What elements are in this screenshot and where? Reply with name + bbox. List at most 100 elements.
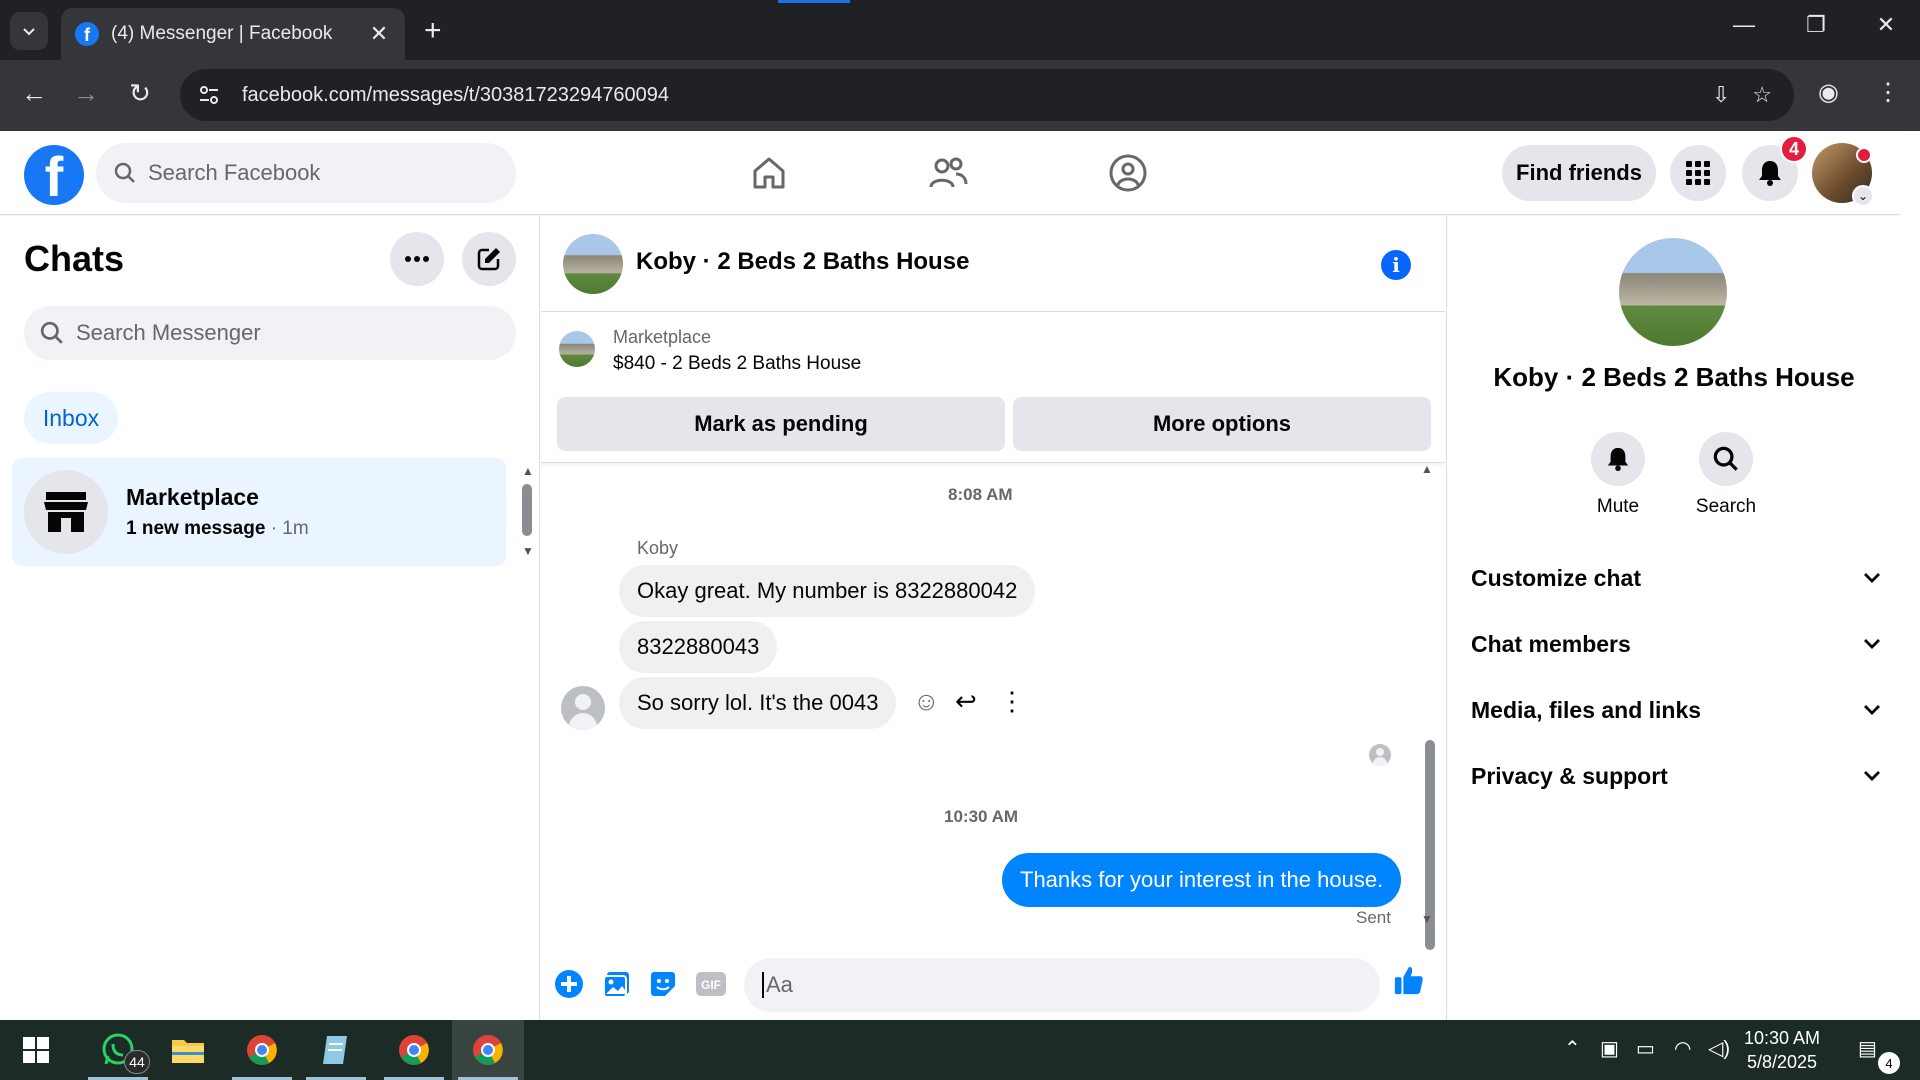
groups-icon[interactable] <box>1106 151 1150 195</box>
listing-thumbnail[interactable] <box>559 331 595 367</box>
chrome-profile-3-icon-active[interactable] <box>452 1020 524 1080</box>
show-hidden-icons[interactable]: ⌃ <box>1564 1036 1581 1061</box>
forward-icon[interactable]: → <box>68 78 104 109</box>
whatsapp-taskbar-icon[interactable]: 44 <box>82 1020 154 1080</box>
conversation-title[interactable]: Koby · 2 Beds 2 Baths House <box>636 248 969 276</box>
chevron-down-icon <box>1864 771 1880 781</box>
photo-icon[interactable] <box>601 968 633 1000</box>
media-files-links-section[interactable]: Media, files and links <box>1471 685 1881 735</box>
tab-close-icon[interactable]: ✕ <box>365 21 393 47</box>
notification-count-badge: 4 <box>1780 135 1808 163</box>
back-icon[interactable]: ← <box>16 78 52 109</box>
chrome-menu-icon[interactable]: ⋮ <box>1876 78 1900 107</box>
search-icon <box>1699 432 1753 486</box>
chat-members-section[interactable]: Chat members <box>1471 619 1881 669</box>
chrome-profile-2-icon[interactable] <box>378 1020 450 1080</box>
conversation-scroll-up-icon[interactable]: ▲ <box>1421 462 1433 476</box>
chat-time: · 1m <box>265 518 309 539</box>
chrome-profile-1-icon[interactable] <box>226 1020 298 1080</box>
volume-icon[interactable]: ◁) <box>1708 1036 1730 1061</box>
page-scrollbar[interactable] <box>1900 131 1920 1021</box>
reload-icon[interactable]: ↻ <box>122 78 158 109</box>
meet-now-icon[interactable]: ▣ <box>1600 1036 1619 1061</box>
conversation-avatar[interactable] <box>563 234 623 294</box>
incoming-message[interactable]: 8322880043 <box>619 621 778 673</box>
bell-icon <box>1591 432 1645 486</box>
action-center-icon[interactable]: ▤ <box>1858 1036 1877 1061</box>
more-options-button[interactable]: More options <box>1013 397 1431 451</box>
facebook-search-input[interactable]: Search Facebook <box>96 143 516 203</box>
friends-icon[interactable] <box>926 151 970 195</box>
gif-icon[interactable]: GIF <box>695 968 727 1000</box>
search-label: Search <box>1695 496 1757 517</box>
like-thumbs-up-icon[interactable] <box>1393 964 1425 996</box>
tab-search-button[interactable] <box>10 12 48 50</box>
close-window-icon[interactable]: ✕ <box>1856 12 1916 38</box>
wifi-icon[interactable]: ◠ <box>1674 1036 1691 1061</box>
section-label: Media, files and links <box>1471 696 1702 723</box>
restore-window-icon[interactable]: ❐ <box>1786 12 1846 38</box>
find-friends-button[interactable]: Find friends <box>1502 145 1656 201</box>
notepad-icon[interactable] <box>300 1020 372 1080</box>
file-explorer-icon[interactable] <box>152 1020 224 1080</box>
chats-title: Chats <box>24 238 125 279</box>
chevron-down-icon <box>1864 573 1880 583</box>
windows-taskbar: 44 ⌃ ▣ ▭ ◠ ◁) 10:30 AM 5/8/2025 ▤ 4 <box>0 1020 1920 1080</box>
chat-list-item[interactable]: Marketplace 1 new message · 1m <box>12 458 506 566</box>
conversation-header: Koby · 2 Beds 2 Baths House i <box>541 216 1445 312</box>
chat-list-scrollbar[interactable] <box>522 484 532 536</box>
listing-avatar[interactable] <box>1619 238 1727 346</box>
new-tab-button[interactable]: + <box>424 14 442 48</box>
react-emoji-icon[interactable]: ☺ <box>913 686 940 717</box>
browser-tab-active[interactable]: f (4) Messenger | Facebook ✕ <box>61 8 405 60</box>
mute-button[interactable]: Mute <box>1563 432 1673 518</box>
battery-icon[interactable]: ▭ <box>1636 1036 1655 1061</box>
chat-list-scroll-down-icon[interactable]: ▼ <box>522 544 534 558</box>
account-chevron-icon[interactable]: ⌄ <box>1852 185 1874 207</box>
bookmark-star-icon[interactable]: ☆ <box>1752 82 1772 108</box>
chat-options-button[interactable] <box>390 232 444 286</box>
sent-status: Sent <box>1356 908 1391 927</box>
home-icon[interactable] <box>747 151 791 195</box>
browser-toolbar: ← → ↻ facebook.com/messages/t/3038172329… <box>0 60 1920 131</box>
svg-text:GIF: GIF <box>701 978 721 992</box>
messenger-search-input[interactable]: Search Messenger <box>24 306 516 360</box>
whatsapp-unread-badge: 44 <box>124 1050 150 1074</box>
conversation-info-icon[interactable]: i <box>1381 250 1411 280</box>
sender-avatar[interactable] <box>561 686 605 730</box>
browser-tab-bar: f (4) Messenger | Facebook ✕ + — ❐ ✕ <box>0 0 1920 60</box>
facebook-top-nav: f Search Facebook Find friends 4 ⌄ <box>0 131 1900 215</box>
facebook-logo-icon[interactable]: f <box>24 145 84 205</box>
conversation-info-panel: Koby · 2 Beds 2 Baths House Mute Search … <box>1446 216 1900 1020</box>
profile-icon[interactable]: ◉ <box>1818 78 1839 107</box>
customize-chat-section[interactable]: Customize chat <box>1471 553 1881 603</box>
minimize-window-icon[interactable]: — <box>1714 12 1774 38</box>
privacy-support-section[interactable]: Privacy & support <box>1471 751 1881 801</box>
sticker-icon[interactable] <box>647 968 679 1000</box>
install-app-icon[interactable]: ⇩ <box>1712 82 1730 108</box>
conversation-scroll-down-icon[interactable]: ▼ <box>1421 912 1433 926</box>
outgoing-message[interactable]: Thanks for your interest in the house. <box>1002 853 1402 907</box>
marketplace-store-icon <box>24 470 108 554</box>
reply-icon[interactable]: ↩ <box>955 686 977 717</box>
message-timestamp: 10:30 AM <box>944 807 1019 826</box>
windows-start-icon[interactable] <box>0 1020 72 1080</box>
add-attachment-icon[interactable] <box>553 968 585 1000</box>
address-bar[interactable]: facebook.com/messages/t/3038172329476009… <box>180 69 1794 121</box>
message-input[interactable]: Aa <box>744 958 1566 1012</box>
info-panel-name: Koby · 2 Beds 2 Baths House <box>1493 362 1855 392</box>
inbox-filter-tab[interactable]: Inbox <box>24 392 118 444</box>
site-info-icon[interactable] <box>198 84 220 106</box>
chat-list-scroll-up-icon[interactable]: ▲ <box>522 464 534 478</box>
listing-title[interactable]: $840 - 2 Beds 2 Baths House <box>613 353 861 375</box>
message-more-icon[interactable]: ⋮ <box>999 686 1025 717</box>
new-message-button[interactable] <box>462 232 516 286</box>
message-timestamp: 8:08 AM <box>948 485 1013 504</box>
clock-date: 5/8/2025 <box>1746 1052 1818 1072</box>
search-in-conversation-button[interactable]: Search <box>1671 432 1781 518</box>
incoming-message[interactable]: So sorry lol. It's the 0043 <box>619 677 897 729</box>
mark-as-pending-button[interactable]: Mark as pending <box>557 397 1005 451</box>
incoming-message[interactable]: Okay great. My number is 8322880042 <box>619 565 1036 617</box>
menu-grid-icon[interactable] <box>1670 145 1726 201</box>
system-clock[interactable]: 10:30 AM 5/8/2025 <box>1744 1026 1820 1074</box>
